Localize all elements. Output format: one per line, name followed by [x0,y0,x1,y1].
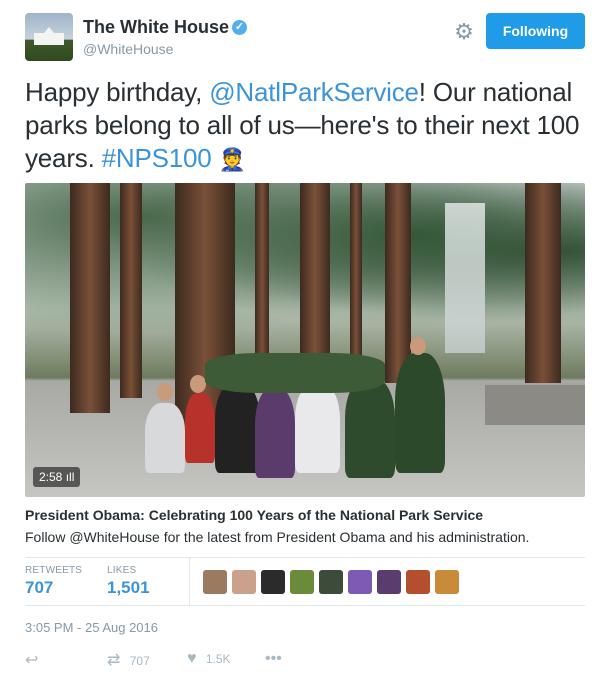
liker-avatar[interactable] [290,570,314,594]
likes-value: 1,501 [107,578,150,597]
heart-icon: ♥ [187,650,197,667]
retweet-icon: ⇄ [107,652,121,669]
gear-icon[interactable]: ⚙ [453,21,475,43]
tweet-header: The White House ✓ @WhiteHouse ⚙ Followin… [25,13,585,63]
liker-avatar[interactable] [348,570,372,594]
retweets-label: RETWEETS [25,565,83,576]
profile-avatar[interactable] [25,13,73,61]
account-name[interactable]: The White House [83,17,229,38]
verified-icon: ✓ [232,20,247,35]
liker-avatar[interactable] [435,570,459,594]
tweet-text: Happy birthday, @NatlParkService! Our na… [25,76,585,176]
liker-avatar[interactable] [377,570,401,594]
retweet-count: 707 [129,654,150,668]
liker-avatar[interactable] [319,570,343,594]
ranger-emoji: 👮 [218,147,246,172]
card-title[interactable]: President Obama: Celebrating 100 Years o… [25,507,483,523]
likes-label: LIKES [107,565,137,576]
more-icon[interactable]: ••• [265,650,282,668]
like-count: 1.5K [205,652,231,666]
liker-avatar[interactable] [406,570,430,594]
liker-avatar[interactable] [232,570,256,594]
engagement-stats: RETWEETS 707 LIKES 1,501 [25,557,585,606]
retweet-button[interactable]: ⇄ 707 [107,650,150,670]
liker-avatar[interactable] [203,570,227,594]
reply-icon[interactable]: ↩ [25,650,38,670]
card-description: Follow @WhiteHouse for the latest from P… [25,529,530,545]
like-button[interactable]: ♥ 1.5K [187,650,231,668]
mention-link[interactable]: @NatlParkService [209,77,419,107]
following-button[interactable]: Following [486,13,585,49]
tweet-text-part-1: Happy birthday, [25,77,210,107]
video-player[interactable]: 2:58 ıll [25,183,585,497]
signal-icon: ıll [65,470,75,484]
likes-stat[interactable]: LIKES 1,501 [107,565,150,598]
account-handle[interactable]: @WhiteHouse [83,41,173,57]
retweets-value: 707 [25,578,54,597]
video-thumbnail-group [145,337,465,493]
liker-avatar[interactable] [261,570,285,594]
tweet-timestamp[interactable]: 3:05 PM - 25 Aug 2016 [25,620,158,635]
retweets-stat[interactable]: RETWEETS 707 [25,565,82,598]
video-duration: 2:58 ıll [33,467,81,487]
hashtag-link[interactable]: #NPS100 [102,143,212,173]
tweet-actions: ↩ ⇄ 707 ♥ 1.5K ••• [25,650,325,670]
